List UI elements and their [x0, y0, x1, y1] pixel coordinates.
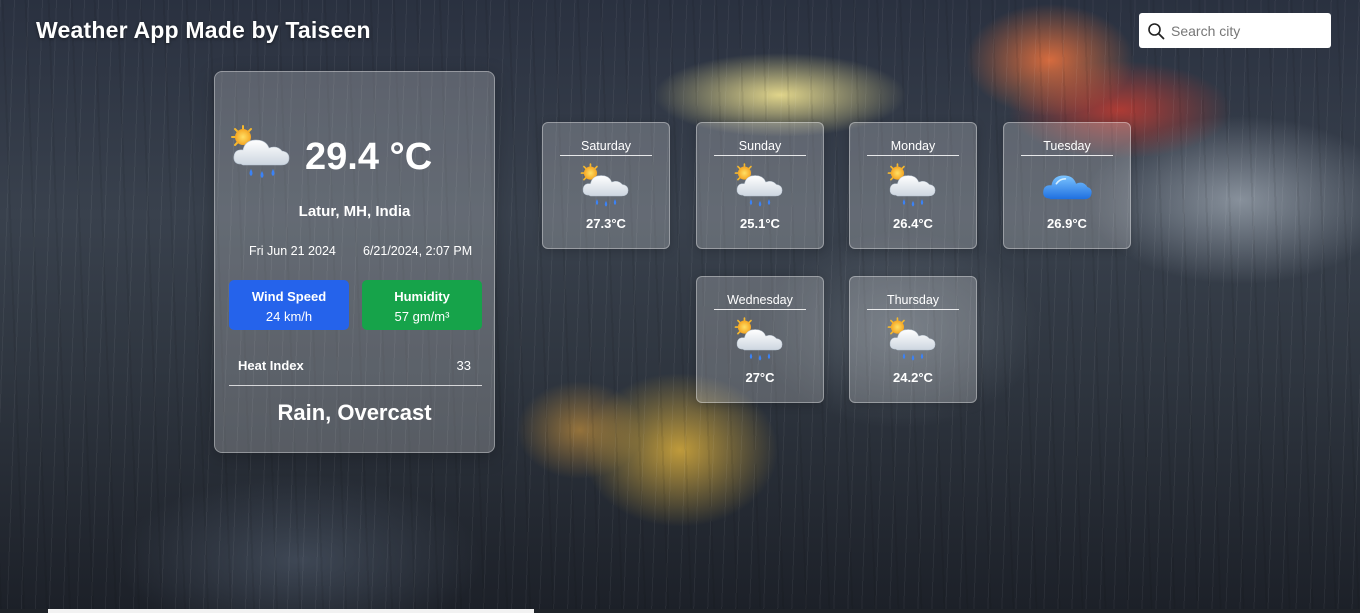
forecast-card-wednesday: Wednesday 27°C — [696, 276, 824, 403]
forecast-card-thursday: Thursday 24.2°C — [849, 276, 977, 403]
forecast-day-name: Tuesday — [1043, 139, 1091, 153]
sun-behind-rain-cloud-icon — [733, 316, 787, 366]
divider — [867, 309, 959, 310]
scrollbar-thumb[interactable] — [48, 609, 534, 613]
location-label: Latur, MH, India — [298, 203, 411, 220]
forecast-temperature: 26.4°C — [893, 216, 933, 231]
divider — [867, 155, 959, 156]
current-datetime: 6/21/2024, 2:07 PM — [363, 244, 473, 258]
wind-speed-box: Wind Speed 24 km/h — [229, 280, 349, 330]
search-input[interactable] — [1171, 22, 1331, 39]
search-box[interactable] — [1139, 13, 1331, 48]
forecast-card-tuesday: Tuesday 26.9°C — [1003, 122, 1131, 249]
forecast-card-monday: Monday 26.4°C — [849, 122, 977, 249]
wind-speed-label: Wind Speed — [251, 289, 327, 304]
wind-speed-value: 24 km/h — [265, 309, 313, 324]
current-date: Fri Jun 21 2024 — [249, 244, 336, 258]
sun-behind-rain-cloud-icon — [886, 162, 940, 212]
sun-behind-rain-cloud-icon — [733, 162, 787, 212]
heat-index-value: 33 — [456, 358, 471, 373]
forecast-temperature: 24.2°C — [893, 370, 933, 385]
divider — [1021, 155, 1113, 156]
cloud-icon — [1040, 162, 1094, 212]
current-weather-card: 29.4 °C Latur, MH, India Fri Jun 21 2024… — [214, 71, 495, 453]
divider — [714, 309, 806, 310]
forecast-temperature: 27°C — [745, 370, 775, 385]
weather-condition: Rain, Overcast — [277, 400, 432, 425]
forecast-card-saturday: Saturday 27.3°C — [542, 122, 670, 249]
forecast-day-name: Saturday — [580, 139, 632, 153]
heat-index-label: Heat Index — [238, 358, 304, 373]
horizontal-scrollbar[interactable] — [0, 609, 1360, 613]
forecast-card-sunday: Sunday 25.1°C — [696, 122, 824, 249]
search-icon — [1148, 22, 1165, 39]
forecast-temperature: 27.3°C — [586, 216, 626, 231]
forecast-day-name: Sunday — [738, 139, 782, 153]
divider — [229, 385, 482, 386]
humidity-box: Humidity 57 gm/m³ — [362, 280, 482, 330]
forecast-day-name: Thursday — [886, 293, 940, 307]
sun-behind-rain-cloud-icon — [229, 124, 295, 184]
humidity-label: Humidity — [394, 289, 450, 304]
sun-behind-rain-cloud-icon — [886, 316, 940, 366]
forecast-day-name: Monday — [890, 139, 936, 153]
divider — [560, 155, 652, 156]
humidity-value: 57 gm/m³ — [394, 309, 450, 324]
app-title: Weather App Made by Taiseen — [36, 17, 371, 43]
forecast-temperature: 26.9°C — [1047, 216, 1087, 231]
current-temperature: 29.4 °C — [305, 136, 433, 178]
background-rain-overlay — [0, 0, 1360, 613]
forecast-day-name: Wednesday — [727, 293, 793, 307]
forecast-temperature: 25.1°C — [740, 216, 780, 231]
sun-behind-rain-cloud-icon — [579, 162, 633, 212]
divider — [714, 155, 806, 156]
